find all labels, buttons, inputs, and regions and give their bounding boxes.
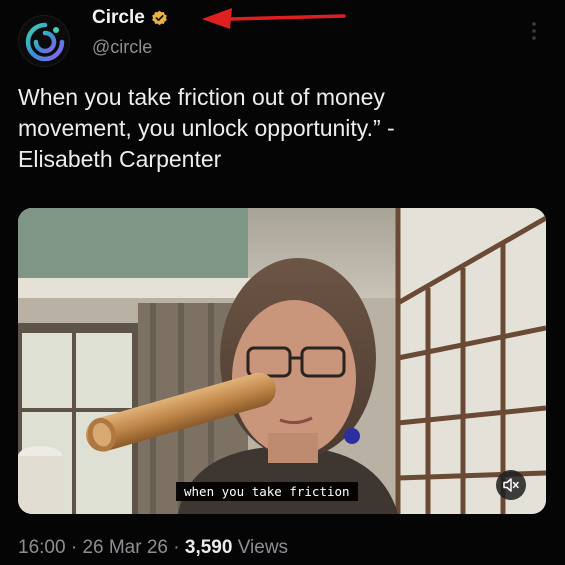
video-player[interactable]: when you take friction (18, 208, 546, 514)
author-display-name[interactable]: Circle (92, 7, 145, 29)
red-arrow-icon (202, 8, 346, 29)
circle-logo-icon (25, 22, 65, 62)
post-time[interactable]: 16:00 (18, 537, 66, 558)
separator: · (167, 537, 185, 558)
more-options-icon[interactable] (530, 20, 538, 47)
author-name-row: Circle (92, 7, 168, 29)
mute-button[interactable] (496, 470, 526, 500)
separator: · (65, 537, 83, 558)
verified-badge-icon (151, 10, 168, 27)
tweet-text: When you take friction out of money move… (18, 82, 538, 175)
tweet-text-line: Elisabeth Carpenter (18, 146, 222, 172)
views-label: Views (232, 537, 289, 558)
tweet-meta: 16:00 · 26 Mar 26 · 3,590 Views (18, 537, 288, 559)
views-count[interactable]: 3,590 (185, 537, 233, 558)
tweet-card: Circle @circle When you take friction ou… (0, 0, 565, 565)
avatar[interactable] (18, 15, 70, 67)
speaker-muted-icon (503, 478, 519, 492)
tweet-text-line: movement, you unlock opportunity.” - (18, 115, 395, 141)
tweet-text-line: When you take friction out of money (18, 84, 385, 110)
post-date[interactable]: 26 Mar 26 (82, 537, 168, 558)
author-handle[interactable]: @circle (92, 37, 152, 58)
video-caption: when you take friction (176, 482, 358, 501)
video-frame-image (18, 208, 546, 514)
